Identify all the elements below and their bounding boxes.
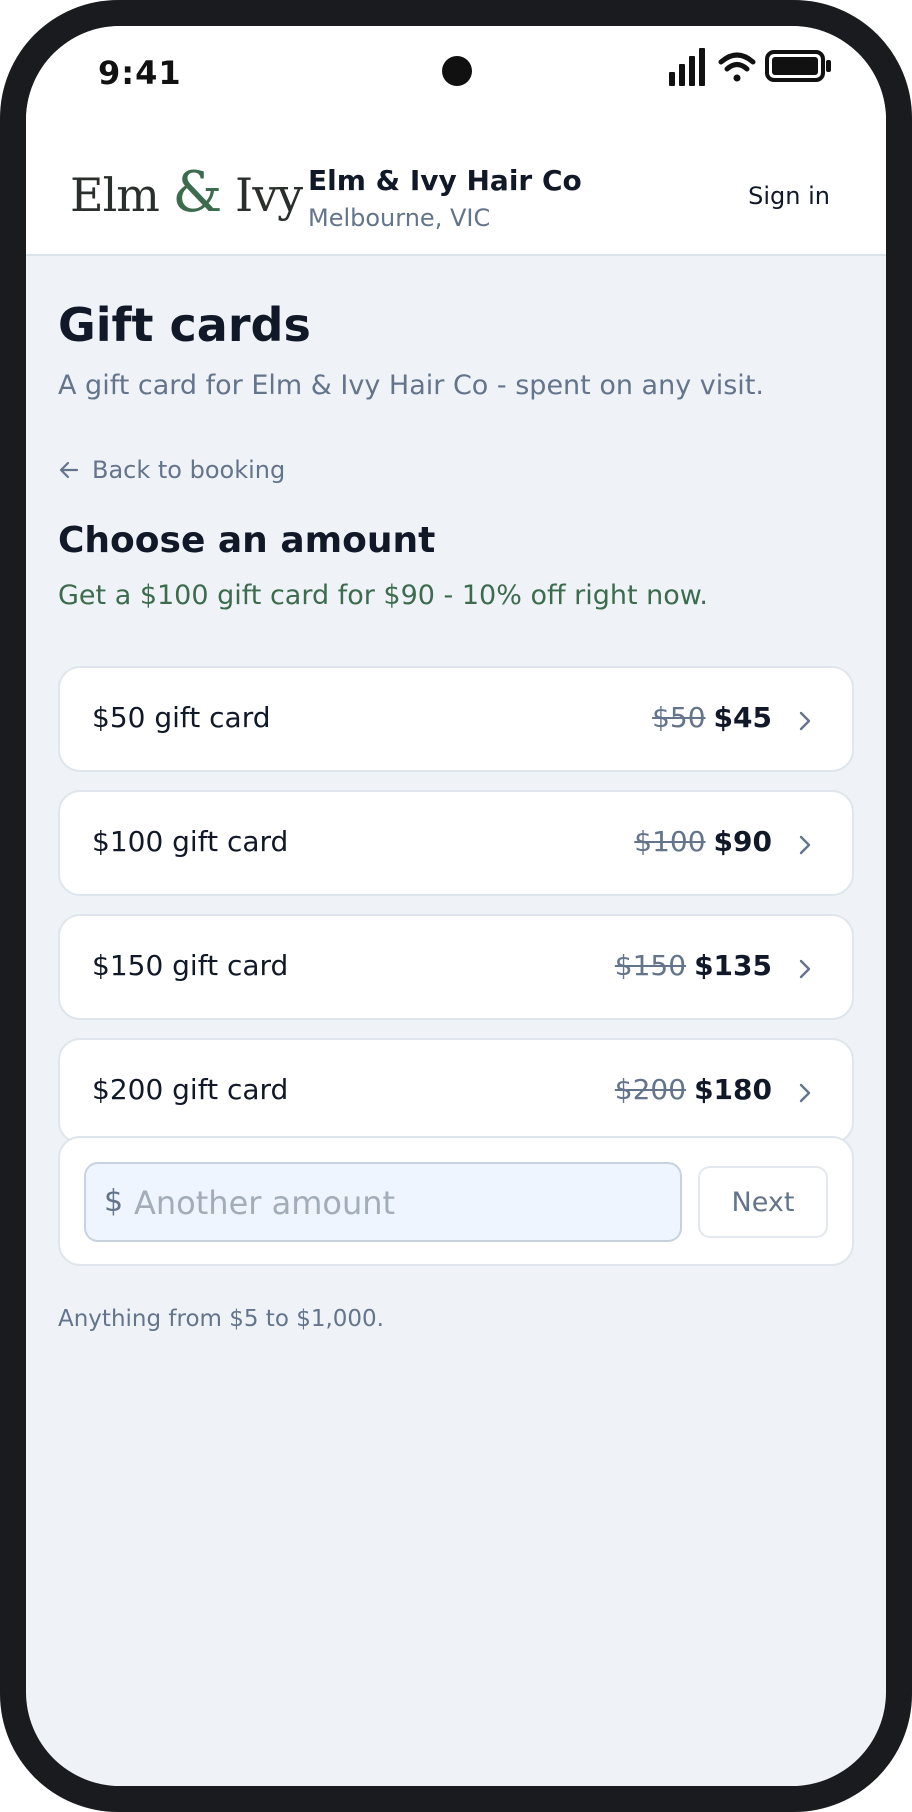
- gift-card-option-100[interactable]: $100 gift card $100 $90: [58, 790, 854, 896]
- next-button[interactable]: Next: [698, 1166, 828, 1238]
- sign-in-link[interactable]: Sign in: [748, 182, 830, 210]
- wifi-icon: [718, 52, 756, 82]
- salon-name: Elm & Ivy Hair Co: [308, 164, 582, 197]
- status-icons: [669, 48, 831, 86]
- option-label: $150 gift card: [92, 949, 289, 982]
- signal-icon: [669, 48, 705, 86]
- sale-price: $135: [694, 949, 772, 982]
- logo-ampersand: &: [172, 160, 223, 225]
- option-label: $50 gift card: [92, 701, 271, 734]
- original-price: $200: [614, 1073, 687, 1106]
- gift-card-option-50[interactable]: $50 gift card $50 $45: [58, 666, 854, 772]
- option-prices: $50 $45: [652, 701, 772, 734]
- brand-logo[interactable]: Elm & Ivy: [70, 160, 303, 230]
- arrow-left-icon: [59, 461, 79, 479]
- promo-text: Get a $100 gift card for $90 - 10% off r…: [58, 580, 708, 611]
- status-bar: 9:41: [26, 26, 886, 144]
- app-header: Elm & Ivy Elm & Ivy Hair Co Melbourne, V…: [26, 144, 886, 256]
- screen: 9:41 Elm & Ivy Elm & Ivy Hair Co Melbour…: [26, 26, 886, 1786]
- sale-price: $45: [713, 701, 772, 734]
- amount-helper-text: Anything from $5 to $1,000.: [58, 1306, 384, 1332]
- page-subtitle: A gift card for Elm & Ivy Hair Co - spen…: [58, 370, 764, 401]
- phone-frame: 9:41 Elm & Ivy Elm & Ivy Hair Co Melbour…: [0, 0, 912, 1812]
- chevron-right-icon: [799, 959, 811, 979]
- option-label: $100 gift card: [92, 825, 289, 858]
- salon-location: Melbourne, VIC: [308, 204, 491, 232]
- currency-symbol: $: [104, 1184, 124, 1219]
- chevron-right-icon: [799, 1083, 811, 1103]
- custom-amount-field[interactable]: $: [84, 1162, 682, 1242]
- custom-amount-input[interactable]: [134, 1174, 664, 1232]
- back-link-label: Back to booking: [92, 456, 286, 484]
- logo-ivy: Ivy: [221, 168, 303, 222]
- sale-price: $90: [713, 825, 772, 858]
- chevron-right-icon: [799, 835, 811, 855]
- option-prices: $150 $135: [615, 949, 772, 982]
- original-price: $100: [634, 825, 706, 858]
- logo-elm: Elm: [70, 168, 173, 222]
- sale-price: $180: [694, 1073, 772, 1106]
- front-camera: [442, 56, 472, 86]
- chevron-right-icon: [799, 711, 811, 731]
- custom-amount-card: $ Next: [58, 1136, 854, 1266]
- gift-card-option-150[interactable]: $150 gift card $150 $135: [58, 914, 854, 1020]
- option-label: $200 gift card: [92, 1073, 289, 1106]
- status-time: 9:41: [98, 54, 182, 92]
- option-prices: $200 $180: [615, 1073, 772, 1106]
- page-title: Gift cards: [58, 298, 311, 352]
- section-title: Choose an amount: [58, 520, 436, 561]
- original-price: $50: [652, 701, 706, 734]
- battery-icon: [765, 50, 831, 82]
- gift-card-option-200[interactable]: $200 gift card $200 $180: [58, 1038, 854, 1144]
- option-prices: $100 $90: [634, 825, 772, 858]
- original-price: $150: [614, 949, 687, 982]
- back-to-booking-link[interactable]: Back to booking: [58, 456, 285, 484]
